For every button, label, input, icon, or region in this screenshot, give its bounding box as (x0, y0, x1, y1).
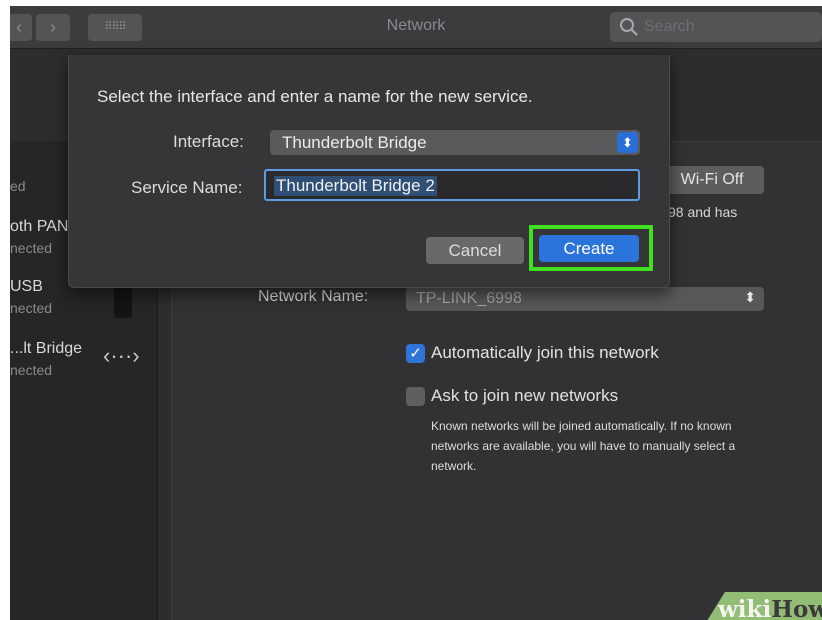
interface-select[interactable]: Thunderbolt Bridge ⬍ (270, 130, 640, 155)
ask-join-label: Ask to join new networks (431, 386, 619, 405)
auto-join-label: Automatically join this network (431, 343, 659, 362)
auto-join-checkbox[interactable]: ✓ (406, 344, 425, 363)
sidebar-item-status: nected (10, 240, 53, 256)
toolbar: ‹ › ⠿⠿⠿ Network Search (10, 6, 822, 49)
interface-value: Thunderbolt Bridge (282, 133, 427, 152)
search-icon (620, 18, 638, 36)
service-name-label: Service Name: (131, 178, 243, 197)
new-service-dialog: Select the interface and enter a name fo… (68, 55, 670, 288)
network-name-label: Network Name: (258, 288, 369, 305)
sidebar-item-label: ...lt Bridge (10, 340, 83, 357)
search-placeholder: Search (644, 18, 695, 35)
ask-join-checkbox[interactable] (406, 387, 425, 406)
interface-label: Interface: (173, 132, 244, 151)
wifi-status-text: 98 and has (668, 204, 738, 220)
checkmark-icon: ✓ (409, 345, 422, 362)
watermark-logo: wikiHow (718, 596, 822, 620)
wifi-off-button[interactable]: Wi-Fi Off (660, 166, 764, 194)
service-name-input[interactable]: Thunderbolt Bridge 2 (264, 169, 640, 201)
sidebar-item-status: nected (10, 362, 53, 378)
chevron-updown-icon: ⬍ (617, 132, 638, 153)
sidebar-item-label: oth PAN (10, 218, 69, 235)
network-name-value: TP-LINK_6998 (416, 290, 522, 307)
search-field[interactable]: Search (610, 12, 822, 42)
chevron-updown-icon: ⬍ (744, 289, 756, 305)
wikihow-watermark: wikiHow (700, 592, 822, 620)
bridge-icon: ‹···› (103, 343, 140, 368)
system-preferences-window: ‹ › ⠿⠿⠿ Network Search ed oth PAN nected… (10, 6, 822, 620)
create-button[interactable]: Create (539, 235, 639, 262)
cancel-button[interactable]: Cancel (426, 237, 524, 264)
dialog-prompt: Select the interface and enter a name fo… (97, 87, 533, 106)
service-name-value: Thunderbolt Bridge 2 (274, 176, 437, 196)
sidebar-item-label: USB (10, 278, 43, 295)
sidebar-item-status: nected (10, 300, 53, 316)
sidebar-item-status: ed (10, 178, 26, 194)
usb-icon (114, 286, 132, 318)
network-name-select[interactable]: TP-LINK_6998 ⬍ (406, 287, 764, 311)
ask-join-help-text: Known networks will be joined automatica… (431, 419, 736, 473)
